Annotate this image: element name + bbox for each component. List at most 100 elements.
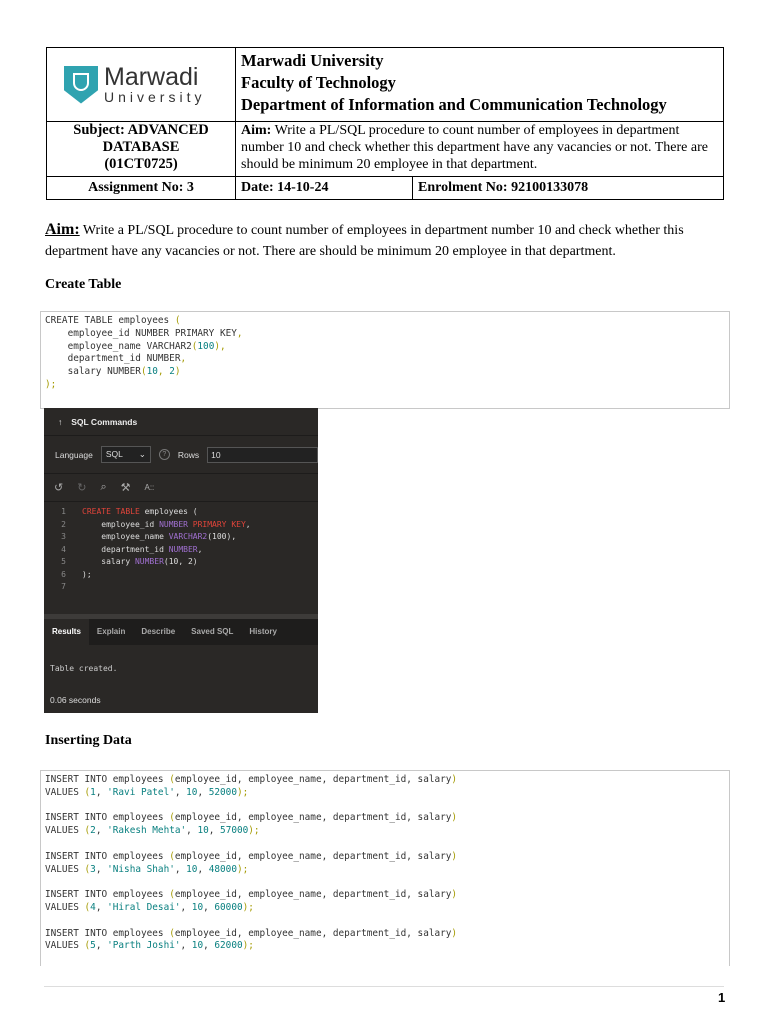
code-line: VALUES (4, 'Hiral Desai', 10, 60000); bbox=[45, 902, 725, 915]
up-arrow-icon: ↑ bbox=[58, 416, 63, 427]
university-name: Marwadi University bbox=[241, 51, 384, 70]
code-token: PRIMARY KEY bbox=[187, 519, 246, 529]
code-token: ) bbox=[451, 812, 458, 824]
code-token: , bbox=[245, 519, 251, 529]
code-token: 'Parth Joshi' bbox=[107, 940, 181, 952]
aim-text: Write a PL/SQL procedure to count number… bbox=[241, 123, 708, 172]
code-line: INSERT INTO employees (employee_id, empl… bbox=[45, 928, 725, 941]
code-token: NUMBER bbox=[168, 544, 198, 554]
code-token: ), bbox=[214, 340, 226, 352]
code-token: ) bbox=[451, 850, 458, 862]
page-number: 1 bbox=[718, 990, 726, 1005]
code-token: NUMBER bbox=[134, 557, 164, 566]
code-token: employee_id NUMBER PRIMARY KEY bbox=[45, 327, 237, 339]
code-line: 7 bbox=[44, 581, 318, 594]
code-token: ); bbox=[236, 786, 249, 798]
code-token: VALUES bbox=[45, 825, 85, 837]
code-token: 10 bbox=[191, 940, 204, 952]
code-token: , bbox=[95, 786, 108, 798]
code-token: 52000 bbox=[208, 786, 237, 798]
tab-history[interactable]: History bbox=[241, 619, 285, 645]
code-token: employee_id, employee_name, department_i… bbox=[174, 812, 452, 824]
footer-divider bbox=[44, 986, 724, 987]
tab-explain[interactable]: Explain bbox=[89, 619, 133, 645]
code-token: INSERT INTO employees bbox=[45, 927, 170, 939]
inserting-data-heading: Inserting Data bbox=[45, 733, 132, 748]
code-line: department_id NUMBER, bbox=[45, 353, 725, 366]
code-token: 10 bbox=[191, 901, 204, 913]
tab-describe[interactable]: Describe bbox=[133, 619, 183, 645]
code-token: , bbox=[203, 901, 215, 913]
code-line: 4 department_id NUMBER, bbox=[44, 544, 318, 557]
code-token: department_id NUMBER bbox=[45, 353, 181, 365]
code-token: 'Nisha Shah' bbox=[107, 863, 175, 875]
sql-commands-title: SQL Commands bbox=[71, 416, 138, 427]
search-icon[interactable]: ⌕ bbox=[100, 481, 106, 494]
insert-data-code-block: INSERT INTO employees (employee_id, empl… bbox=[40, 770, 730, 966]
code-token: INSERT INTO employees bbox=[45, 889, 170, 901]
code-token: , bbox=[236, 327, 243, 339]
aim-paragraph: Aim: Write a PL/SQL procedure to count n… bbox=[45, 219, 735, 262]
create-table-code-block: CREATE TABLE employees ( employee_id NUM… bbox=[40, 311, 730, 409]
code-token: CREATE TABLE bbox=[82, 507, 140, 516]
code-line: 2 employee_id NUMBER PRIMARY KEY, bbox=[44, 519, 318, 532]
assignment-number: Assignment No: 3 bbox=[46, 176, 236, 200]
format-icon[interactable]: A:: bbox=[144, 483, 154, 492]
line-number: 6 bbox=[61, 569, 66, 579]
code-line: INSERT INTO employees (employee_id, empl… bbox=[45, 889, 725, 902]
tab-saved-sql[interactable]: Saved SQL bbox=[183, 619, 241, 645]
undo-icon[interactable]: ↺ bbox=[54, 481, 63, 494]
code-token: 10 bbox=[186, 786, 198, 798]
university-logo: Marwadi University bbox=[52, 64, 230, 105]
code-token: INSERT INTO employees bbox=[45, 774, 170, 785]
code-line: employee_id NUMBER PRIMARY KEY, bbox=[45, 328, 725, 341]
create-table-heading: Create Table bbox=[45, 277, 122, 292]
code-token: VALUES bbox=[45, 901, 85, 913]
code-token: , bbox=[95, 901, 108, 913]
code-token: ( bbox=[174, 315, 181, 326]
department-name: Department of Information and Communicat… bbox=[241, 95, 667, 114]
code-token: ) bbox=[451, 889, 458, 901]
code-token: 62000 bbox=[214, 940, 243, 952]
code-line: CREATE TABLE employees ( bbox=[45, 315, 725, 328]
code-token: ) bbox=[174, 366, 181, 378]
code-token: VALUES bbox=[45, 786, 85, 798]
header-table: Marwadi University Marwadi University Fac… bbox=[46, 47, 724, 200]
code-token: 10 bbox=[146, 366, 158, 378]
code-line: INSERT INTO employees (employee_id, empl… bbox=[45, 774, 725, 787]
shield-icon bbox=[64, 65, 98, 104]
line-number: 7 bbox=[61, 582, 66, 591]
code-token: employee_id, employee_name, department_i… bbox=[174, 889, 452, 901]
code-token: , bbox=[174, 786, 187, 798]
code-line: 3 employee_name VARCHAR2(100), bbox=[44, 531, 318, 544]
redo-icon[interactable]: ↻ bbox=[77, 481, 86, 494]
tab-results[interactable]: Results bbox=[44, 619, 89, 645]
line-number: 3 bbox=[61, 532, 66, 541]
code-token: 100 bbox=[197, 340, 215, 352]
code-token: , bbox=[95, 863, 108, 875]
code-token: 'Ravi Patel' bbox=[107, 786, 175, 798]
sql-editor[interactable]: 1 CREATE TABLE employees (2 employee_id N… bbox=[44, 502, 318, 619]
code-token: 'Rakesh Mehta' bbox=[107, 825, 187, 837]
code-token: , bbox=[180, 901, 192, 913]
code-token: 60000 bbox=[214, 901, 243, 913]
code-token: , bbox=[197, 863, 209, 875]
subject-cell: Subject: ADVANCED DATABASE (01CT0725) bbox=[46, 121, 236, 177]
rows-label: Rows bbox=[177, 449, 200, 460]
code-token: salary NUMBER bbox=[45, 366, 141, 378]
code-token: ); bbox=[82, 569, 92, 579]
code-token: 10 bbox=[186, 863, 198, 875]
logo-cell: Marwadi University bbox=[46, 47, 236, 122]
code-token: VARCHAR2 bbox=[168, 532, 208, 541]
language-select[interactable]: SQL ⌄ bbox=[100, 446, 151, 463]
code-token: employees ( bbox=[139, 507, 198, 516]
help-icon[interactable]: ? bbox=[158, 449, 170, 460]
rows-input[interactable]: 10 bbox=[207, 446, 318, 463]
code-token: VALUES bbox=[45, 863, 85, 875]
hammer-icon[interactable]: ⚒ bbox=[121, 481, 131, 494]
code-line: INSERT INTO employees (employee_id, empl… bbox=[45, 812, 725, 825]
code-token: department_id bbox=[82, 544, 169, 554]
code-token: employee_id bbox=[82, 519, 160, 529]
